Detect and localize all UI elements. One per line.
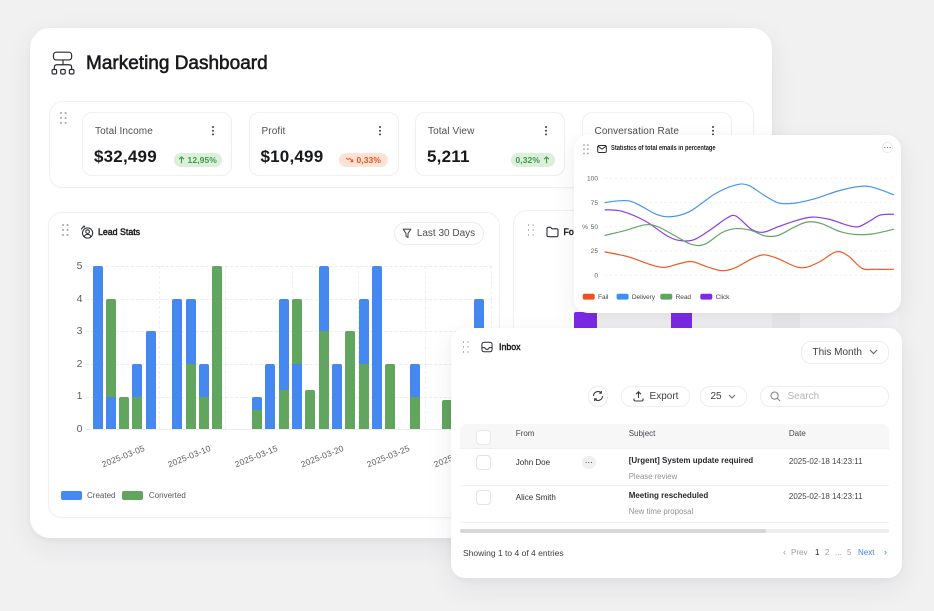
svg-text:25: 25 bbox=[591, 248, 599, 255]
svg-text:Click: Click bbox=[716, 294, 731, 301]
svg-text:Fail: Fail bbox=[598, 294, 609, 301]
svg-text:%: % bbox=[582, 224, 588, 231]
svg-text:Read: Read bbox=[676, 294, 692, 301]
svg-text:100: 100 bbox=[587, 176, 598, 183]
svg-text:0: 0 bbox=[594, 272, 598, 279]
svg-text:75: 75 bbox=[591, 200, 599, 207]
svg-text:50: 50 bbox=[591, 224, 599, 231]
svg-text:Delivery: Delivery bbox=[632, 294, 656, 301]
